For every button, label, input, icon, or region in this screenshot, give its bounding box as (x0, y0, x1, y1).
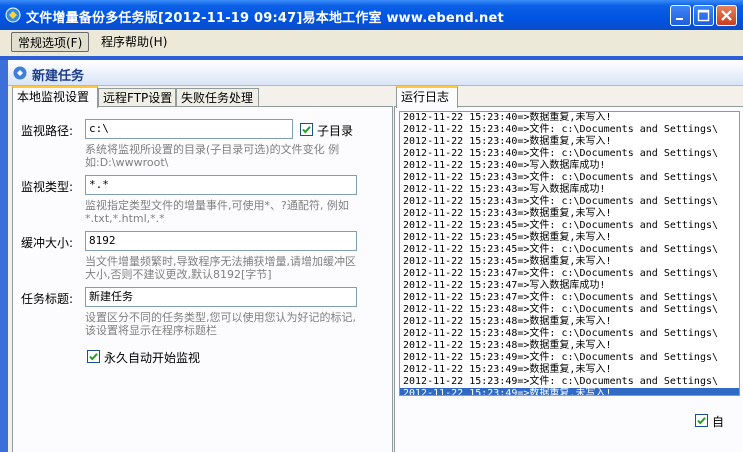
check-icon (89, 353, 98, 361)
log-list[interactable]: 2012-11-22 15:23:40=>数据重复,未写入! 2012-11-22… (399, 111, 740, 396)
panel-header: 新建任务 (8, 60, 743, 86)
log-line[interactable]: 2012-11-22 15:23:49=>文件: c:\Documents an… (400, 352, 739, 364)
title-bar: 文件增量备份多任务版[2012-11-19 09:47]易本地工作室 www.e… (0, 0, 743, 30)
log-line[interactable]: 2012-11-22 15:23:49=>数据重复,未写入! (400, 364, 739, 376)
close-button[interactable] (716, 5, 737, 26)
minimize-icon (676, 18, 683, 20)
log-line[interactable]: 2012-11-22 15:23:47=>文件: c:\Documents an… (400, 268, 739, 280)
log-line[interactable]: 2012-11-22 15:23:48=>数据重复,未写入! (400, 316, 739, 328)
settings-tabs: 本地监视设置 远程FTP设置 失败任务处理 (12, 86, 393, 108)
tab-local-monitor[interactable]: 本地监视设置 (12, 86, 98, 108)
path-hint: 系统将监视所设置的目录(子目录可选)的文件变化 例如:D:\wwwroot\ (85, 143, 340, 169)
tab-remote-ftp[interactable]: 远程FTP设置 (98, 88, 176, 107)
log-line[interactable]: 2012-11-22 15:23:43=>写入数据库成功! (400, 184, 739, 196)
log-line[interactable]: 2012-11-22 15:23:43=>文件: c:\Documents an… (400, 172, 739, 184)
type-label: 监视类型: (21, 180, 74, 194)
log-line[interactable]: 2012-11-22 15:23:45=>数据重复,未写入! (400, 232, 739, 244)
log-line[interactable]: 2012-11-22 15:23:40=>数据重复,未写入! (400, 112, 739, 124)
path-input[interactable]: c:\ (85, 119, 293, 139)
subdir-checkbox[interactable] (300, 123, 313, 136)
maximize-button[interactable] (693, 5, 714, 26)
bottom-checkbox[interactable] (695, 414, 708, 427)
buffer-label: 缓冲大小: (21, 236, 74, 250)
window-title: 文件增量备份多任务版[2012-11-19 09:47]易本地工作室 www.e… (26, 11, 504, 26)
maximize-icon (697, 9, 710, 22)
log-line[interactable]: 2012-11-22 15:23:45=>文件: c:\Documents an… (400, 220, 739, 232)
tab-failed-tasks[interactable]: 失败任务处理 (176, 88, 259, 107)
menu-general-options[interactable]: 常规选项(F) (11, 32, 90, 52)
type-hint: 监视指定类型文件的增量事件,可使用*、?通配符, 例如*.txt,*.html,… (85, 199, 349, 225)
log-line[interactable]: 2012-11-22 15:23:45=>数据重复,未写入! (400, 256, 739, 268)
log-line[interactable]: 2012-11-22 15:23:40=>文件: c:\Documents an… (400, 124, 739, 136)
log-line[interactable]: 2012-11-22 15:23:49=>数据重复,未写入! (400, 388, 739, 395)
menu-bar: 常规选项(F) 程序帮助(H) (0, 30, 743, 54)
log-line[interactable]: 2012-11-22 15:23:48=>数据重复,未写入! (400, 340, 739, 352)
log-line[interactable]: 2012-11-22 15:23:40=>写入数据库成功! (400, 160, 739, 172)
autostart-label: 永久自动开始监视 (104, 351, 201, 365)
log-line[interactable]: 2012-11-22 15:23:43=>数据重复,未写入! (400, 208, 739, 220)
log-tabs: 运行日志 (394, 86, 743, 108)
check-icon (697, 417, 706, 425)
menu-program-help[interactable]: 程序帮助(H) (95, 32, 173, 52)
log-line[interactable]: 2012-11-22 15:23:48=>文件: c:\Documents an… (400, 304, 739, 316)
buffer-hint: 当文件增量频繁时,导致程序无法捕获增量,请增加缓冲区大小,否则不建议更改,默认8… (85, 255, 356, 281)
left-strip (0, 60, 8, 452)
autostart-checkbox[interactable] (87, 350, 100, 363)
app-icon[interactable] (5, 7, 21, 23)
log-line[interactable]: 2012-11-22 15:23:48=>文件: c:\Documents an… (400, 328, 739, 340)
task-title-label: 任务标题: (21, 292, 74, 306)
local-monitor-page: 监视路径: c:\ 子目录 系统将监视所设置的目录(子目录可选)的文件变化 例如… (12, 106, 393, 452)
log-line[interactable]: 2012-11-22 15:23:47=>文件: c:\Documents an… (400, 292, 739, 304)
close-icon (721, 10, 732, 21)
log-line[interactable]: 2012-11-22 15:23:43=>文件: c:\Documents an… (400, 196, 739, 208)
bottom-checkbox-label: 自 (712, 415, 725, 429)
task-title-hint: 设置区分不同的任务类型,您可以使用您认为好记的标记,该设置将显示在程序标题栏 (85, 311, 356, 337)
log-line[interactable]: 2012-11-22 15:23:45=>文件: c:\Documents an… (400, 244, 739, 256)
log-line[interactable]: 2012-11-22 15:23:47=>写入数据库成功! (400, 280, 739, 292)
new-task-panel: 新建任务 本地监视设置 远程FTP设置 失败任务处理 监视路径: c:\ 子目录… (8, 60, 743, 452)
task-title-input[interactable]: 新建任务 (85, 287, 357, 307)
task-icon (12, 65, 28, 81)
log-line[interactable]: 2012-11-22 15:23:40=>数据重复,未写入! (400, 136, 739, 148)
log-line[interactable]: 2012-11-22 15:23:49=>文件: c:\Documents an… (400, 376, 739, 388)
type-input[interactable]: *.* (85, 175, 357, 195)
check-icon (302, 126, 311, 134)
path-label: 监视路径: (21, 124, 74, 138)
run-log-page: 2012-11-22 15:23:40=>数据重复,未写入! 2012-11-22… (394, 106, 743, 452)
subdir-label: 子目录 (317, 124, 354, 138)
minimize-button[interactable] (670, 5, 691, 26)
buffer-input[interactable]: 8192 (85, 231, 357, 251)
panel-title: 新建任务 (32, 69, 85, 84)
tab-run-log[interactable]: 运行日志 (396, 86, 458, 108)
log-line[interactable]: 2012-11-22 15:23:40=>文件: c:\Documents an… (400, 148, 739, 160)
